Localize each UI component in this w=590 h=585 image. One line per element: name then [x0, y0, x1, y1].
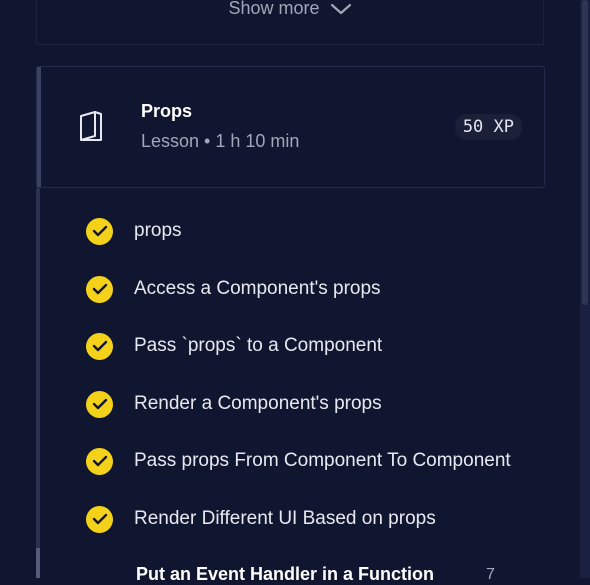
- next-lesson-xp: 7: [486, 566, 495, 583]
- scrollbar-thumb[interactable]: [582, 0, 588, 305]
- list-item-label: Render Different UI Based on props: [134, 508, 436, 529]
- checkmark-icon: [86, 390, 113, 418]
- checkmark-icon: [86, 332, 113, 360]
- show-more-button[interactable]: Show more: [37, 0, 543, 19]
- book-icon: [80, 111, 102, 141]
- xp-badge: 50 XP: [454, 114, 522, 140]
- checkmark-icon: [86, 275, 113, 303]
- list-item-label: Pass `props` to a Component: [134, 335, 383, 356]
- scrollbar[interactable]: [580, 0, 590, 578]
- progress-track: [36, 188, 40, 578]
- checkmark-icon: [86, 217, 113, 245]
- chevron-down-icon: [330, 3, 351, 14]
- list-item-label: Render a Component's props: [134, 393, 382, 414]
- checkmark-icon: [86, 447, 113, 475]
- show-more-section: Show more: [36, 0, 544, 45]
- lesson-meta: Lesson • 1 h 10 min: [141, 131, 300, 151]
- show-more-label: Show more: [228, 0, 320, 18]
- list-item[interactable]: Render Different UI Based on props: [86, 505, 436, 533]
- list-item[interactable]: props: [86, 217, 182, 245]
- list-item-label: props: [134, 220, 182, 241]
- lesson-card-accent: [37, 67, 41, 187]
- list-item-label: Pass props From Component To Component: [134, 450, 511, 471]
- lesson-card[interactable]: Props Lesson • 1 h 10 min 50 XP: [36, 66, 545, 188]
- next-lesson-title[interactable]: Put an Event Handler in a Function: [136, 564, 434, 585]
- lesson-title: Props: [141, 101, 193, 121]
- list-item[interactable]: Render a Component's props: [86, 390, 382, 418]
- progress-track-end: [36, 548, 40, 578]
- list-item[interactable]: Pass props From Component To Component: [86, 447, 511, 475]
- list-item[interactable]: Access a Component's props: [86, 275, 381, 303]
- list-item[interactable]: Pass `props` to a Component: [86, 332, 382, 360]
- list-item-label: Access a Component's props: [134, 278, 381, 299]
- checkmark-icon: [86, 505, 113, 533]
